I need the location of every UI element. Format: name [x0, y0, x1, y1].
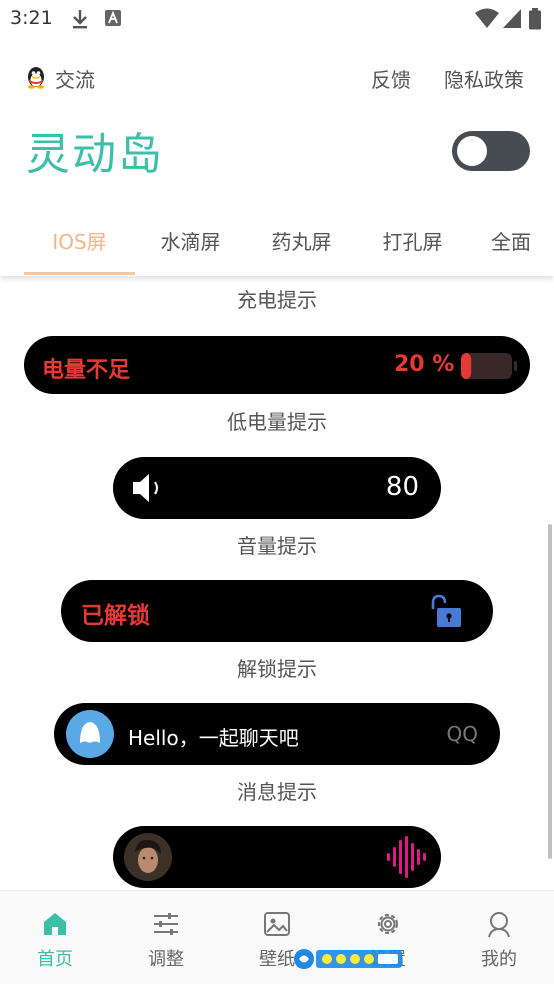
- sliders-icon: [154, 913, 178, 935]
- nav-profile-label: 我的: [481, 949, 517, 970]
- status-bar: 3:21: [0, 0, 554, 38]
- speaker-icon: [133, 474, 158, 502]
- nav-home[interactable]: 首页: [0, 891, 110, 984]
- message-pill[interactable]: Hello，一起聊天吧 QQ: [54, 703, 500, 765]
- unlock-icon: [431, 594, 461, 627]
- low-battery-caption: 低电量提示: [227, 410, 327, 434]
- island-toggle[interactable]: [452, 131, 530, 171]
- status-time: 3:21: [10, 7, 53, 29]
- person-icon: [488, 912, 510, 938]
- charging-caption: 充电提示: [237, 288, 317, 312]
- tab-pill[interactable]: 药丸屏: [246, 226, 357, 255]
- nav-adjust[interactable]: 调整: [111, 891, 221, 984]
- header-links: 交流 反馈 隐私政策: [0, 60, 554, 96]
- signal-icon: [503, 9, 521, 28]
- gear-icon: [377, 913, 399, 935]
- unlock-pill[interactable]: 已解锁: [61, 580, 493, 642]
- preview-list: 充电提示 电量不足 20 % 低电量提示 80 音量提示 已解锁 解锁提示 He…: [0, 276, 554, 890]
- unlocked-label: 已解锁: [81, 603, 150, 629]
- tab-indicator: [24, 272, 135, 275]
- nav-profile[interactable]: 我的: [444, 891, 554, 984]
- download-icon: [73, 10, 87, 29]
- bottom-nav: 首页 调整 壁纸 设置 我的: [0, 890, 554, 984]
- battery-low-label: 电量不足: [42, 358, 131, 383]
- tab-fullscreen[interactable]: 全面: [468, 226, 554, 255]
- image-icon: [264, 912, 290, 936]
- qq-penguin-icon[interactable]: [25, 65, 47, 89]
- nav-home-label: 首页: [37, 949, 73, 970]
- chat-link[interactable]: 交流: [55, 64, 95, 93]
- app-notification-icon: [105, 10, 121, 26]
- message-text: Hello，一起聊天吧: [128, 726, 299, 750]
- wifi-icon: [475, 8, 499, 28]
- nav-adjust-label: 调整: [148, 949, 184, 970]
- battery-status-icon: [529, 8, 541, 30]
- volume-caption: 音量提示: [237, 534, 317, 558]
- scrollbar[interactable]: [548, 524, 552, 859]
- unlock-caption: 解锁提示: [237, 657, 317, 681]
- message-app-label: QQ: [446, 722, 478, 746]
- battery-icon: [461, 353, 517, 379]
- album-avatar-icon: [124, 833, 172, 881]
- low-battery-pill[interactable]: 电量不足 20 %: [24, 336, 530, 394]
- volume-pill[interactable]: 80: [113, 457, 441, 519]
- page-title: 灵动岛: [26, 129, 164, 180]
- feedback-link[interactable]: 反馈: [371, 64, 411, 93]
- tab-ios[interactable]: IOS屏: [24, 226, 135, 255]
- audio-wave-icon: [387, 836, 426, 878]
- battery-percent: 20 %: [394, 352, 455, 377]
- gogo-watermark-logo: [294, 949, 402, 969]
- privacy-policy-link[interactable]: 隐私政策: [444, 64, 524, 93]
- message-caption: 消息提示: [237, 780, 317, 804]
- volume-value: 80: [385, 472, 419, 502]
- tab-waterdrop[interactable]: 水滴屏: [135, 226, 246, 255]
- music-pill[interactable]: [113, 826, 441, 888]
- toggle-knob: [457, 136, 487, 166]
- home-icon: [44, 913, 66, 935]
- screen-type-tabs: IOS屏 水滴屏 药丸屏 打孔屏 全面: [0, 210, 554, 276]
- tab-punch-hole[interactable]: 打孔屏: [357, 226, 468, 255]
- qq-avatar-icon: [66, 710, 114, 758]
